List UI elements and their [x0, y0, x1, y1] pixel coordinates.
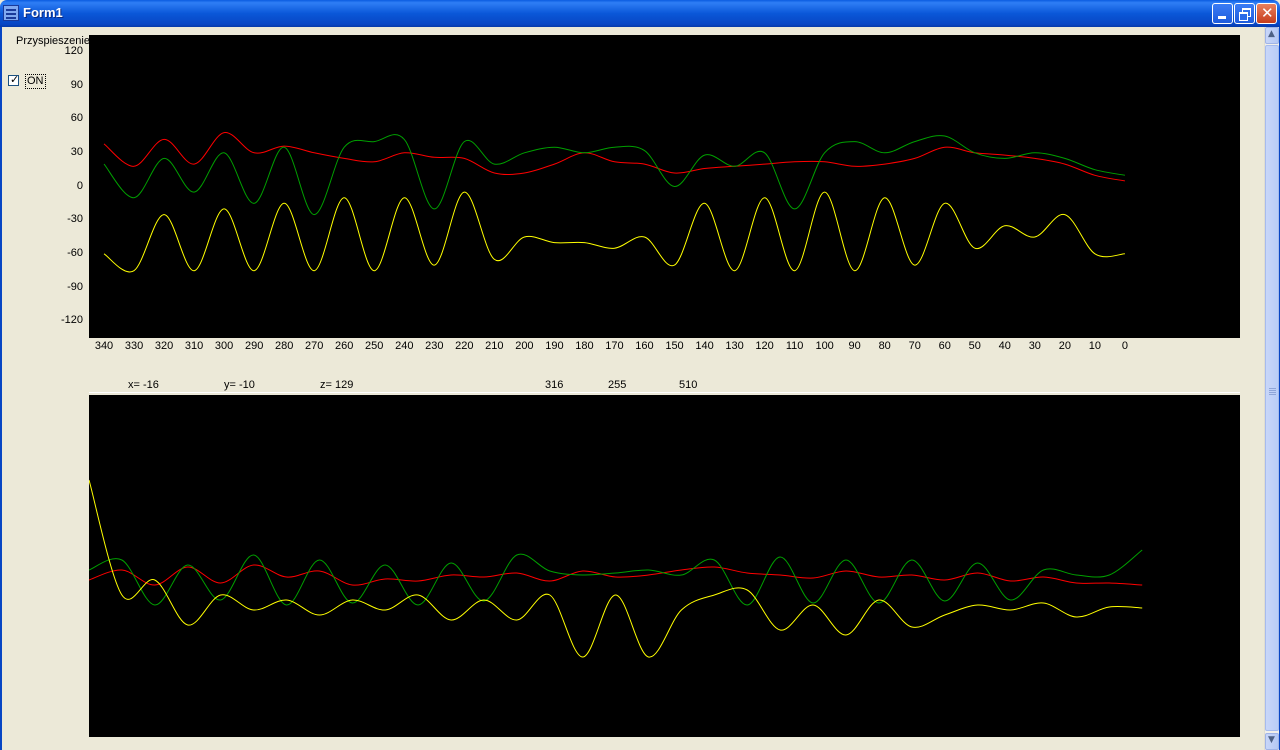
x-tick-label: 150 — [665, 340, 684, 352]
x-tick-label: 330 — [124, 340, 144, 352]
acceleration-series-0 — [103, 132, 1125, 182]
x-tick-label: 120 — [755, 340, 774, 352]
x-tick-label: 300 — [214, 340, 234, 352]
y-tick-label: 60 — [70, 112, 83, 125]
x-tick-label: 130 — [725, 340, 744, 352]
x-tick-label: 70 — [908, 340, 921, 352]
y-tick-label: 90 — [70, 78, 83, 91]
x-tick-label: 160 — [635, 340, 654, 352]
raw-signal-plot — [89, 395, 1240, 737]
readout-value-2: 255 — [608, 379, 627, 391]
x-tick-label: 260 — [335, 340, 354, 352]
close-icon: ✕ — [1261, 4, 1274, 22]
acceleration-plot — [89, 35, 1240, 338]
restore-icon — [1239, 12, 1248, 21]
window-frame-left — [0, 27, 2, 750]
readout-z: z= 129 — [320, 379, 354, 391]
readout-y: y= -10 — [224, 379, 255, 391]
y-tick-label: -120 — [60, 314, 83, 327]
x-tick-label: 30 — [1028, 340, 1041, 352]
raw-signal-chart-svg — [89, 479, 1143, 658]
grip-icon — [1269, 388, 1276, 389]
y-tick-label: -30 — [67, 213, 83, 226]
x-tick-label: 340 — [94, 340, 114, 352]
close-button[interactable]: ✕ — [1256, 3, 1277, 24]
readout-value-1: 316 — [545, 379, 564, 391]
x-tick-label: 140 — [695, 340, 714, 352]
x-tick-label: 100 — [815, 340, 834, 352]
x-tick-label: 290 — [244, 340, 264, 352]
y-tick-label: 30 — [70, 145, 83, 158]
x-tick-label: 20 — [1058, 340, 1071, 352]
readout-value-3: 510 — [679, 379, 698, 391]
x-tick-label: 220 — [455, 340, 474, 352]
x-tick-label: 250 — [365, 340, 384, 352]
x-tick-label: 270 — [305, 340, 324, 352]
maximize-button[interactable] — [1234, 3, 1255, 24]
chevron-down-icon: ▼ — [1268, 735, 1275, 745]
raw-signal-series-1 — [89, 549, 1143, 606]
x-tick-label: 50 — [968, 340, 981, 352]
scroll-up-button[interactable]: ▲ — [1265, 27, 1279, 44]
x-tick-label: 240 — [395, 340, 414, 352]
x-tick-label: 0 — [1121, 340, 1128, 352]
x-tick-label: 200 — [515, 340, 534, 352]
on-checkbox-label[interactable]: ON — [25, 74, 46, 89]
on-checkbox[interactable]: ✓ — [8, 73, 20, 86]
scroll-down-button[interactable]: ▼ — [1265, 733, 1279, 750]
x-tick-label: 60 — [938, 340, 951, 352]
x-tick-label: 180 — [575, 340, 594, 352]
x-tick-label: 110 — [785, 340, 804, 352]
acceleration-chart-svg — [103, 132, 1125, 273]
y-tick-label: -90 — [67, 280, 83, 293]
readout-x: x= -16 — [128, 379, 159, 391]
x-tick-label: 90 — [848, 340, 861, 352]
window-title: Form1 — [23, 5, 63, 20]
acceleration-series-1 — [103, 134, 1125, 216]
minimize-button[interactable] — [1212, 3, 1233, 24]
x-tick-label: 190 — [545, 340, 564, 352]
x-tick-label: 320 — [154, 340, 174, 352]
checkmark-icon: ✓ — [10, 73, 20, 86]
raw-signal-series-0 — [89, 564, 1143, 586]
x-tick-label: 210 — [485, 340, 504, 352]
raw-signal-series-2 — [89, 479, 1143, 658]
y-tick-label: 0 — [76, 179, 83, 192]
app-icon[interactable] — [3, 5, 19, 21]
x-tick-label: 310 — [184, 340, 204, 352]
y-tick-label: 120 — [64, 44, 83, 57]
y-tick-label: -60 — [67, 246, 83, 259]
x-tick-label: 280 — [274, 340, 294, 352]
scroll-thumb[interactable] — [1265, 45, 1279, 731]
acceleration-series-2 — [103, 191, 1125, 273]
x-tick-label: 80 — [878, 340, 891, 352]
minimize-icon — [1218, 16, 1226, 19]
chevron-up-icon: ▲ — [1268, 29, 1275, 39]
x-tick-label: 170 — [605, 340, 624, 352]
vertical-scrollbar[interactable]: ▲ ▼ — [1264, 27, 1279, 750]
x-tick-label: 230 — [425, 340, 444, 352]
x-tick-label: 40 — [998, 340, 1011, 352]
plot-divider — [89, 392, 1240, 393]
title-bar[interactable]: Form1 ✕ — [0, 0, 1280, 27]
x-tick-label: 10 — [1088, 340, 1101, 352]
